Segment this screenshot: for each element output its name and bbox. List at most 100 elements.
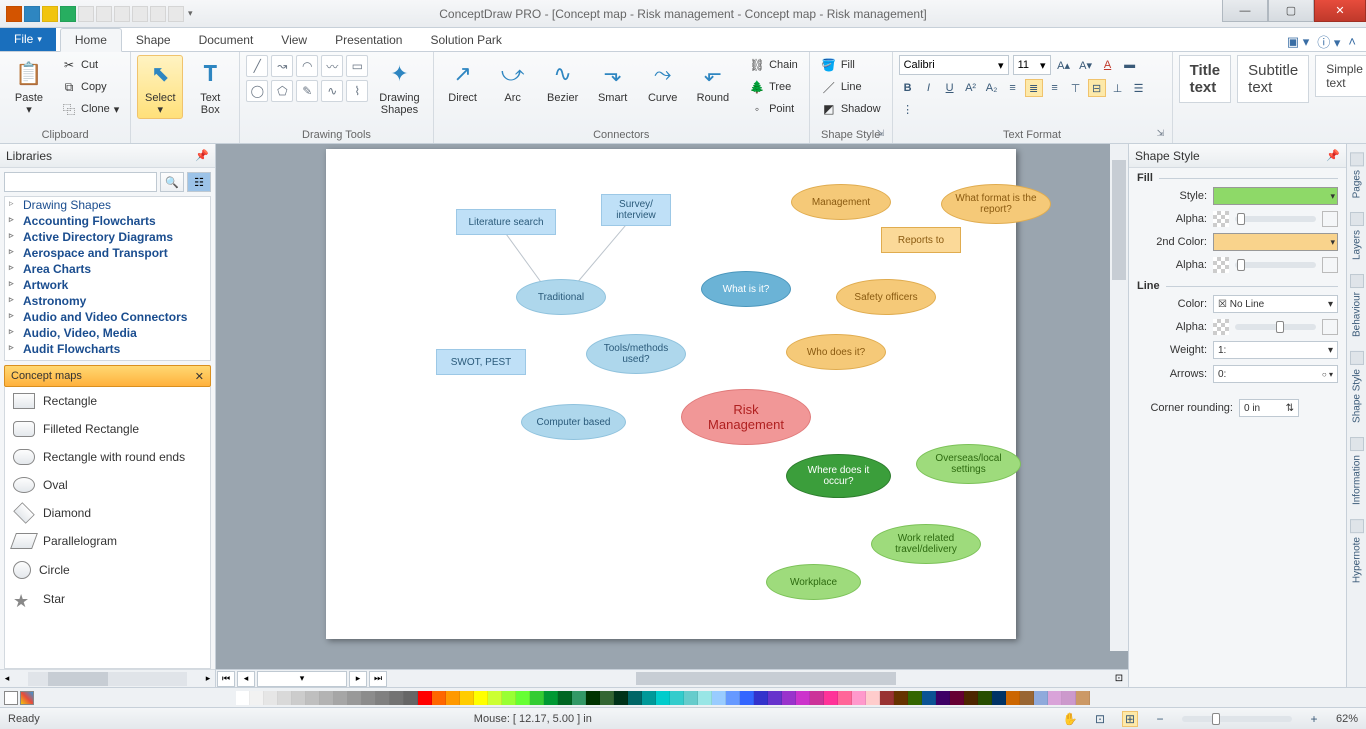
connector-arc[interactable]: ⤻Arc	[490, 55, 536, 107]
palette-swatch[interactable]	[530, 691, 544, 705]
qat-more-icon[interactable]	[168, 6, 184, 22]
pin-icon-right[interactable]: 📌	[1326, 149, 1340, 162]
palette-swatch[interactable]	[278, 691, 292, 705]
select-button[interactable]: ⬉ Select▾	[137, 55, 183, 119]
rail-tab-information[interactable]: Information	[1350, 437, 1364, 505]
connector-direct[interactable]: ↗Direct	[440, 55, 486, 107]
second-color-picker[interactable]: ▾	[1213, 233, 1338, 251]
style-subtitle[interactable]: Subtitle text	[1237, 55, 1309, 103]
rail-tab-hypernote[interactable]: Hypernote	[1350, 519, 1364, 583]
drawing-page[interactable]: Literature search Survey/ interview Mana…	[326, 149, 1016, 639]
shape-item[interactable]: ★Star	[5, 585, 210, 613]
help-icon[interactable]: ⓘ ▾	[1317, 32, 1340, 51]
palette-swatch[interactable]	[404, 691, 418, 705]
shape-item[interactable]: Diamond	[5, 499, 210, 527]
tab-first[interactable]: ⏮	[217, 671, 235, 687]
concept-maps-section[interactable]: Concept maps ✕	[4, 365, 211, 387]
palette-swatch[interactable]	[908, 691, 922, 705]
node-where[interactable]: Where does it occur?	[786, 454, 891, 498]
second-alpha-slider[interactable]	[1235, 262, 1316, 268]
window-icon[interactable]: ▣ ▾	[1287, 34, 1309, 50]
fill-alpha-slider[interactable]	[1235, 216, 1316, 222]
node-management[interactable]: Management	[791, 184, 891, 220]
library-tree-item[interactable]: Aerospace and Transport	[5, 245, 210, 261]
tool-rect[interactable]: ▭	[346, 55, 368, 77]
palette-swatch[interactable]	[852, 691, 866, 705]
palette-swatch[interactable]	[670, 691, 684, 705]
palette-swatch[interactable]	[922, 691, 936, 705]
underline-button[interactable]: U	[941, 79, 959, 97]
palette-swatch[interactable]	[250, 691, 264, 705]
qat-save-icon[interactable]	[60, 6, 76, 22]
tool-bezier[interactable]: ⌇	[346, 80, 368, 102]
palette-swatch[interactable]	[642, 691, 656, 705]
node-swot[interactable]: SWOT, PEST	[436, 349, 526, 375]
palette-swatch[interactable]	[376, 691, 390, 705]
textbox-button[interactable]: 𝐓 Text Box	[187, 55, 233, 119]
palette-swatch[interactable]	[558, 691, 572, 705]
library-tree-item[interactable]: Area Charts	[5, 261, 210, 277]
paste-button[interactable]: 📋 Paste ▾	[6, 55, 52, 119]
palette-swatch[interactable]	[782, 691, 796, 705]
node-reports-to[interactable]: Reports to	[881, 227, 961, 253]
align-right-button[interactable]: ≡	[1046, 79, 1064, 97]
maximize-button[interactable]: ▢	[1268, 0, 1314, 22]
palette-swatch[interactable]	[866, 691, 880, 705]
library-tree-item[interactable]: Audit Flowcharts	[5, 341, 210, 357]
palette-swatch[interactable]	[348, 691, 362, 705]
tab-last[interactable]: ⏭	[369, 671, 387, 687]
arrows-picker[interactable]: 0:○ ▾	[1213, 365, 1338, 383]
node-what-is-it[interactable]: What is it?	[701, 271, 791, 307]
shrink-font-button[interactable]: A▾	[1077, 56, 1095, 74]
qat-open-icon[interactable]	[42, 6, 58, 22]
tool-line[interactable]: ╱	[246, 55, 268, 77]
node-literature-search[interactable]: Literature search	[456, 209, 556, 235]
library-tree-item[interactable]: Active Directory Diagrams	[5, 229, 210, 245]
palette-swatch[interactable]	[880, 691, 894, 705]
shape-item[interactable]: Rectangle	[5, 387, 210, 415]
node-survey[interactable]: Survey/ interview	[601, 194, 671, 226]
canvas-viewport[interactable]: Literature search Survey/ interview Mana…	[216, 144, 1128, 669]
library-tree-item[interactable]: Audio and Video Connectors	[5, 309, 210, 325]
qat-dropdown-icon[interactable]: ▾	[186, 8, 195, 19]
connector-tree[interactable]: 🌲Tree	[744, 77, 803, 97]
palette-swatch[interactable]	[950, 691, 964, 705]
palette-swatch[interactable]	[516, 691, 530, 705]
line-alpha-slider[interactable]	[1235, 324, 1316, 330]
cut-button[interactable]: ✂Cut	[56, 55, 124, 75]
node-overseas[interactable]: Overseas/local settings	[916, 444, 1021, 484]
align-top-button[interactable]: ⊤	[1067, 79, 1085, 97]
subscript-button[interactable]: A₂	[983, 79, 1001, 97]
palette-swatch[interactable]	[418, 691, 432, 705]
tool-ellipse[interactable]: ◯	[246, 80, 268, 102]
palette-swatch[interactable]	[306, 691, 320, 705]
library-tree-item[interactable]: Accounting Flowcharts	[5, 213, 210, 229]
palette-swatch[interactable]	[992, 691, 1006, 705]
rail-tab-layers[interactable]: Layers	[1350, 212, 1364, 260]
qat-redo-icon[interactable]	[96, 6, 112, 22]
palette-swatch[interactable]	[684, 691, 698, 705]
qat-copy-icon[interactable]	[150, 6, 166, 22]
palette-swatch[interactable]	[698, 691, 712, 705]
zoom-fit-icon[interactable]: ⊞	[1122, 711, 1138, 727]
canvas-horizontal-scrollbar[interactable]	[436, 669, 1110, 687]
highlight-button[interactable]: ▬	[1121, 56, 1139, 74]
bold-button[interactable]: B	[899, 79, 917, 97]
node-travel[interactable]: Work related travel/delivery	[871, 524, 981, 564]
qat-new-icon[interactable]	[24, 6, 40, 22]
palette-swatch[interactable]	[432, 691, 446, 705]
pan-icon[interactable]: ✋	[1062, 711, 1078, 727]
palette-swatch[interactable]	[446, 691, 460, 705]
node-traditional[interactable]: Traditional	[516, 279, 606, 315]
tab-view[interactable]: View	[267, 29, 321, 51]
superscript-button[interactable]: A²	[962, 79, 980, 97]
palette-swatch[interactable]	[712, 691, 726, 705]
palette-swatch[interactable]	[894, 691, 908, 705]
palette-swatch[interactable]	[334, 691, 348, 705]
palette-swatch[interactable]	[964, 691, 978, 705]
tab-shape[interactable]: Shape	[122, 29, 185, 51]
palette-swatch[interactable]	[1076, 691, 1090, 705]
shape-item[interactable]: Oval	[5, 471, 210, 499]
palette-swatch[interactable]	[754, 691, 768, 705]
node-format[interactable]: What format is the report?	[941, 184, 1051, 224]
